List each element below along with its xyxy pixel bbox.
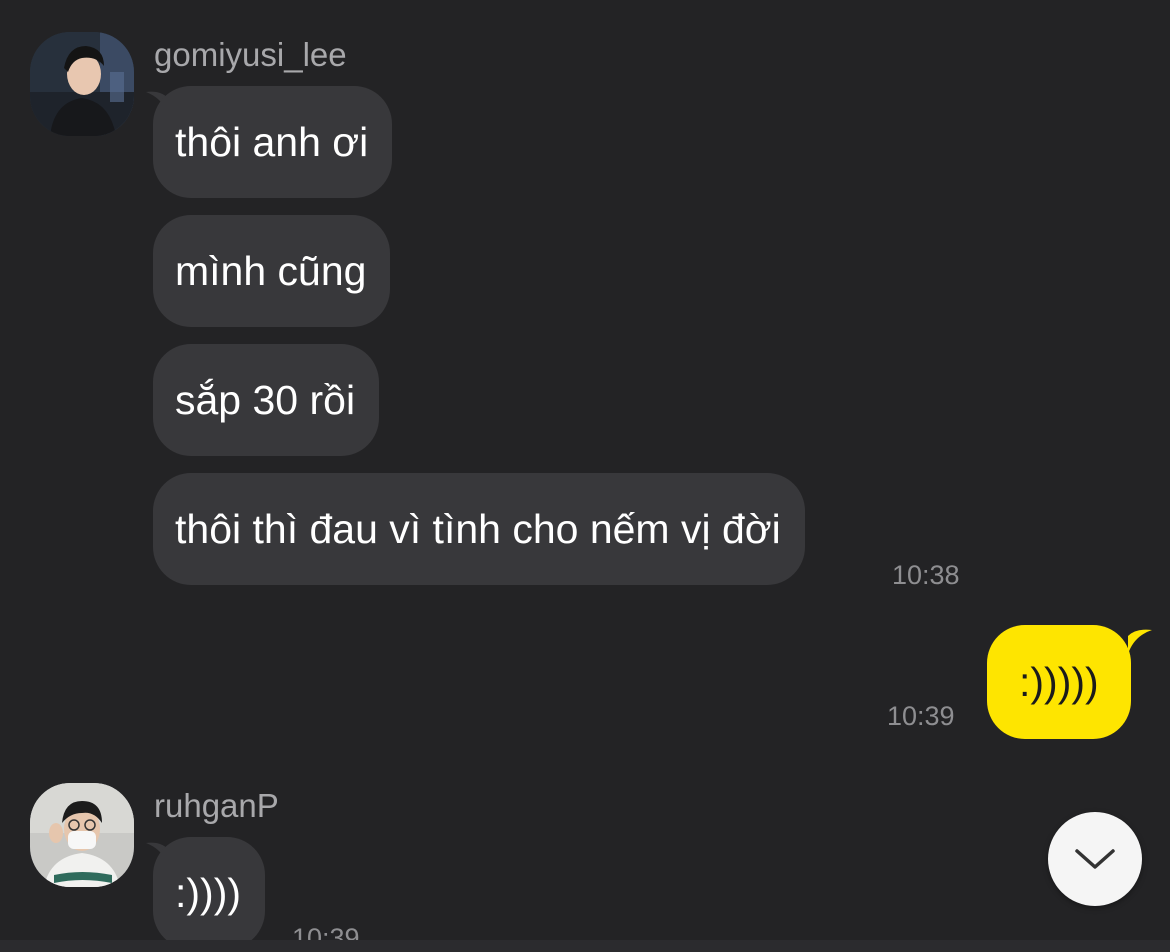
avatar-ruhganp[interactable] bbox=[30, 783, 134, 887]
message-timestamp: 10:39 bbox=[887, 701, 955, 731]
message-bubble[interactable]: mình cũng bbox=[153, 215, 391, 327]
chat-message-list[interactable]: gomiyusi_lee thôi anh ơi mình cũng sắp 3… bbox=[0, 0, 1170, 940]
sender-name: gomiyusi_lee bbox=[154, 36, 347, 73]
scroll-to-bottom-button[interactable] bbox=[1048, 812, 1142, 906]
message-timestamp: 10:38 bbox=[892, 560, 960, 590]
bubble-tail bbox=[1128, 629, 1152, 654]
sender-name: ruhganP bbox=[154, 787, 279, 824]
chevron-down-icon bbox=[1075, 849, 1115, 869]
message-timestamp: 10:39 bbox=[292, 923, 360, 940]
message-bubble[interactable]: thôi thì đau vì tình cho nếm vị đời bbox=[153, 473, 805, 585]
input-area-edge bbox=[0, 940, 1170, 952]
my-message-bubble[interactable]: :))))) bbox=[987, 625, 1131, 739]
message-bubble[interactable]: thôi anh ơi bbox=[153, 86, 393, 198]
avatar-gomiyusi-lee[interactable] bbox=[30, 32, 134, 136]
message-bubble[interactable]: sắp 30 rồi bbox=[153, 344, 380, 456]
message-bubble[interactable]: :)))) bbox=[153, 837, 266, 940]
